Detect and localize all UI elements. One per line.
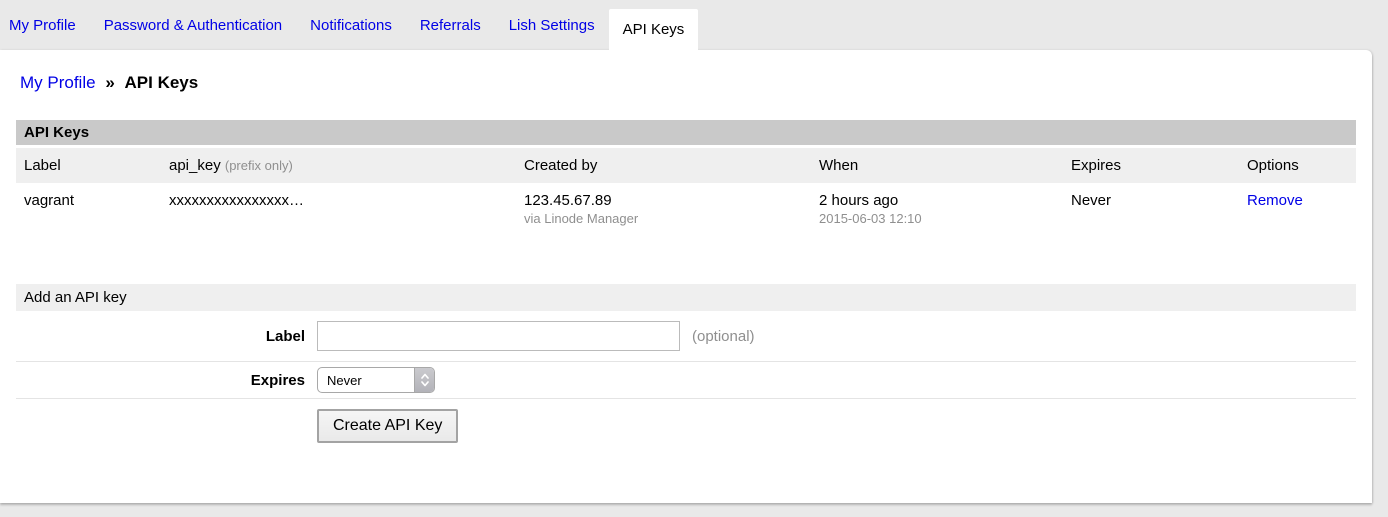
expires-field-row: Expires Never xyxy=(16,362,1356,399)
tab-notifications[interactable]: Notifications xyxy=(296,0,406,50)
cell-expires: Never xyxy=(1071,191,1247,227)
add-api-key-title: Add an API key xyxy=(16,284,1356,311)
add-api-key-form: Add an API key Label (optional) Expires … xyxy=(16,284,1356,453)
tab-api-keys[interactable]: API Keys xyxy=(609,9,699,50)
table-row: vagrant xxxxxxxxxxxxxxxx… 123.45.67.89 v… xyxy=(16,183,1356,240)
when-relative: 2 hours ago xyxy=(819,191,1071,210)
expires-select-value: Never xyxy=(318,373,414,388)
api-keys-table-title: API Keys xyxy=(16,120,1356,148)
create-api-key-button[interactable]: Create API Key xyxy=(317,409,458,443)
expires-select[interactable]: Never xyxy=(317,367,435,393)
breadcrumb-current-page: API Keys xyxy=(125,73,199,92)
cell-when: 2 hours ago 2015-06-03 12:10 xyxy=(819,191,1071,227)
expires-field-control: Never xyxy=(317,367,435,393)
breadcrumb-separator: » xyxy=(105,73,114,92)
column-header-api-key: api_key (prefix only) xyxy=(169,156,524,175)
cell-key-label: vagrant xyxy=(24,191,169,227)
label-field-row: Label (optional) xyxy=(16,311,1356,362)
label-input[interactable] xyxy=(317,321,680,351)
column-header-expires: Expires xyxy=(1071,156,1247,175)
column-header-api-key-note: (prefix only) xyxy=(225,158,293,173)
column-header-when: When xyxy=(819,156,1071,175)
content-panel: My Profile » API Keys API Keys Label api… xyxy=(0,50,1372,503)
column-header-label: Label xyxy=(24,156,169,175)
cell-api-key-prefix: xxxxxxxxxxxxxxxx… xyxy=(169,191,524,227)
submit-row: Create API Key xyxy=(16,399,1356,453)
table-header-row: Label api_key (prefix only) Created by W… xyxy=(16,148,1356,183)
created-by-ip: 123.45.67.89 xyxy=(524,191,819,210)
label-field-control: (optional) xyxy=(317,321,755,351)
cell-options: Remove xyxy=(1247,191,1356,227)
tab-my-profile[interactable]: My Profile xyxy=(2,0,90,50)
column-header-api-key-text: api_key xyxy=(169,157,221,174)
api-keys-table: API Keys Label api_key (prefix only) Cre… xyxy=(16,120,1356,240)
select-arrows-icon xyxy=(414,367,434,393)
expires-field-label: Expires xyxy=(16,372,305,389)
tab-referrals[interactable]: Referrals xyxy=(406,0,495,50)
remove-link[interactable]: Remove xyxy=(1247,192,1303,209)
breadcrumb: My Profile » API Keys xyxy=(20,72,1372,94)
column-header-created-by: Created by xyxy=(524,156,819,175)
tab-password-authentication[interactable]: Password & Authentication xyxy=(90,0,296,50)
breadcrumb-my-profile-link[interactable]: My Profile xyxy=(20,73,96,92)
submit-row-control: Create API Key xyxy=(317,409,458,443)
label-optional-note: (optional) xyxy=(692,328,755,345)
column-header-options: Options xyxy=(1247,156,1356,175)
label-field-label: Label xyxy=(16,328,305,345)
profile-tab-bar: My Profile Password & Authentication Not… xyxy=(0,0,1388,50)
created-by-source: via Linode Manager xyxy=(524,210,819,227)
cell-created-by: 123.45.67.89 via Linode Manager xyxy=(524,191,819,227)
when-absolute: 2015-06-03 12:10 xyxy=(819,210,1071,227)
tab-lish-settings[interactable]: Lish Settings xyxy=(495,0,609,50)
